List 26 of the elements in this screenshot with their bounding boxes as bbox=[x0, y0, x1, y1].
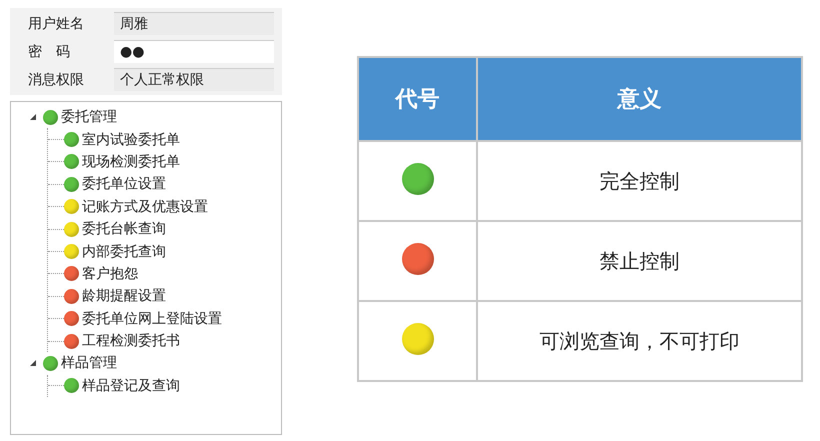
tree-item[interactable]: 委托台帐查询 bbox=[82, 220, 166, 238]
input-field[interactable]: 周雅 bbox=[114, 12, 274, 35]
table-cell: 完全控制 bbox=[477, 141, 802, 221]
tree-item[interactable]: 委托单位网上登陆设置 bbox=[82, 310, 222, 328]
tree-item[interactable]: 记账方式及优惠设置 bbox=[82, 198, 208, 216]
tree-item[interactable]: 委托管理 bbox=[61, 108, 117, 126]
tree-item[interactable]: 样品管理 bbox=[61, 354, 117, 372]
tree-item[interactable]: 客户抱怨 bbox=[82, 264, 138, 283]
field-label: 密 码 bbox=[28, 42, 71, 60]
field-label: 用户姓名 bbox=[28, 14, 85, 32]
field-label: 消息权限 bbox=[28, 70, 85, 88]
tree-item[interactable]: 工程检测委托书 bbox=[82, 332, 180, 350]
tree-item[interactable]: 现场检测委托单 bbox=[82, 152, 180, 171]
tree-item[interactable]: 龄期提醒设置 bbox=[82, 287, 166, 306]
table-cell: 禁止控制 bbox=[477, 221, 802, 301]
expand-icon[interactable] bbox=[29, 359, 37, 368]
input-field[interactable]: 个人正常权限 bbox=[114, 68, 274, 91]
input-field[interactable]: ●● bbox=[114, 40, 274, 63]
expand-icon[interactable] bbox=[29, 113, 37, 122]
tree-item[interactable]: 内部委托查询 bbox=[82, 242, 166, 261]
tree-item[interactable]: 室内试验委托单 bbox=[82, 130, 180, 149]
tree-item[interactable]: 委托单位设置 bbox=[82, 175, 166, 194]
tree-item[interactable]: 样品登记及查询 bbox=[82, 376, 180, 395]
column-header: 代号 bbox=[358, 57, 477, 141]
column-header: 意义 bbox=[477, 57, 802, 141]
table-cell: 可浏览查询，不可打印 bbox=[477, 301, 802, 381]
